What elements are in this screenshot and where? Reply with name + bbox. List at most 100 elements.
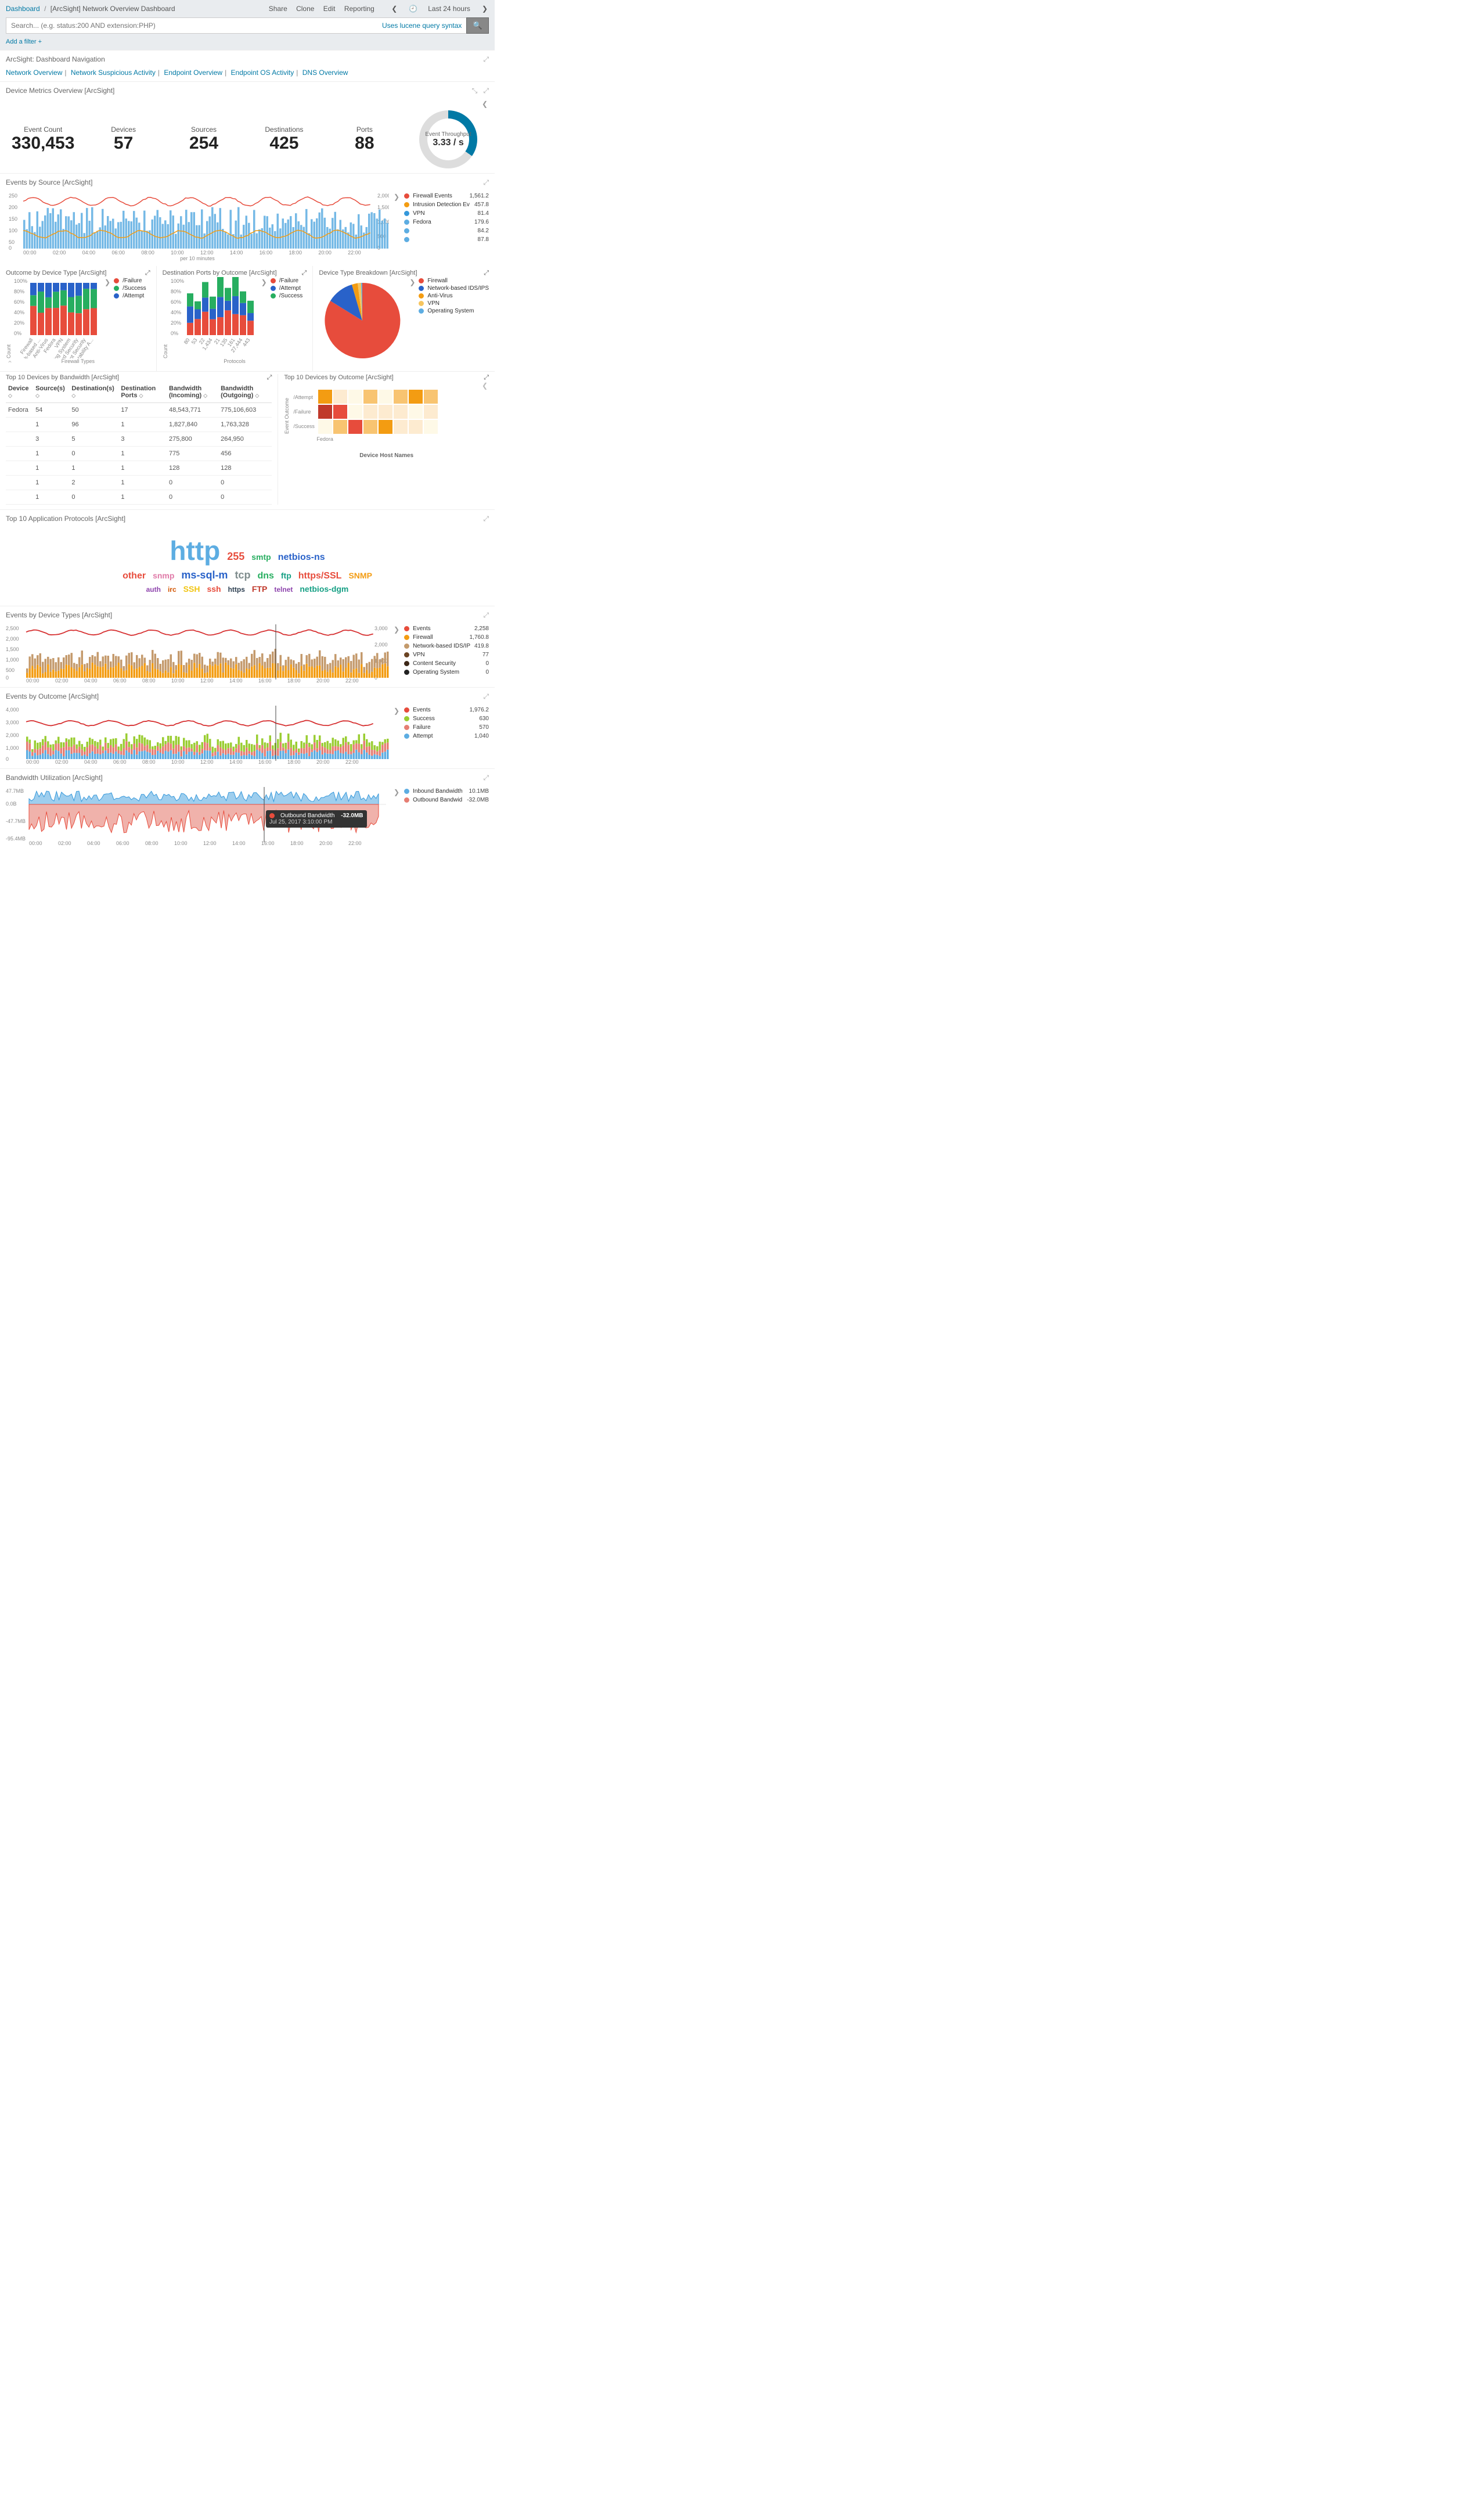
legend-item[interactable]: Anti-Virus bbox=[419, 292, 489, 300]
table-header[interactable]: Bandwidth (Outgoing) ◇ bbox=[218, 382, 272, 403]
legend-item[interactable]: Firewall Events1,561.2 bbox=[404, 192, 489, 200]
legend-item[interactable]: VPN81.4 bbox=[404, 209, 489, 218]
table-row[interactable]: 101775456 bbox=[6, 447, 272, 461]
clone-button[interactable]: Clone bbox=[296, 5, 314, 13]
legend-item[interactable]: Network-based IDS/IPS bbox=[419, 285, 489, 292]
scroll-up-icon[interactable]: ⌃ bbox=[6, 358, 14, 369]
legend-item[interactable]: /Success bbox=[114, 285, 146, 292]
heat-cell[interactable] bbox=[318, 390, 332, 404]
collapse-icon[interactable]: ⤡ bbox=[472, 87, 478, 95]
metrics-prev-icon[interactable]: ❮ bbox=[481, 99, 489, 109]
heatmap-prev-icon[interactable]: ❮ bbox=[481, 380, 489, 391]
reporting-button[interactable]: Reporting bbox=[344, 5, 374, 13]
legend-item[interactable]: VPN bbox=[419, 300, 489, 307]
legend-item[interactable]: Outbound Bandwid-32.0MB bbox=[404, 796, 489, 804]
heat-cell[interactable] bbox=[409, 405, 423, 419]
heat-cell[interactable] bbox=[363, 405, 377, 419]
legend-item[interactable]: Firewall1,760.8 bbox=[404, 633, 489, 642]
heat-cell[interactable] bbox=[333, 390, 347, 404]
wordcloud-word[interactable]: https bbox=[228, 585, 245, 594]
expand-icon[interactable]: ⤢ bbox=[483, 178, 489, 187]
nav-link[interactable]: Endpoint Overview bbox=[164, 69, 222, 77]
heat-cell[interactable] bbox=[409, 420, 423, 434]
heat-cell[interactable] bbox=[379, 420, 392, 434]
wordcloud-word[interactable]: dns bbox=[257, 570, 273, 581]
heat-cell[interactable] bbox=[318, 420, 332, 434]
nav-link[interactable]: Network Overview bbox=[6, 69, 62, 77]
legend-item[interactable]: 87.8 bbox=[404, 235, 489, 244]
heat-cell[interactable] bbox=[394, 420, 408, 434]
heat-cell[interactable] bbox=[394, 405, 408, 419]
wordcloud-word[interactable]: auth bbox=[146, 585, 161, 594]
time-next-icon[interactable]: ❯ bbox=[481, 3, 489, 14]
expand-icon[interactable]: ⤢ bbox=[484, 269, 489, 277]
heat-cell[interactable] bbox=[363, 390, 377, 404]
wordcloud-word[interactable]: smtp bbox=[251, 552, 271, 562]
heat-cell[interactable] bbox=[333, 420, 347, 434]
wordcloud-word[interactable]: netbios-dgm bbox=[300, 584, 348, 594]
table-header[interactable]: Destination(s) ◇ bbox=[69, 382, 118, 403]
expand-icon[interactable]: ⤢ bbox=[483, 515, 489, 523]
legend-toggle-icon[interactable]: ❯ bbox=[392, 706, 401, 716]
table-header[interactable]: Bandwidth (Incoming) ◇ bbox=[167, 382, 218, 403]
expand-icon[interactable]: ⤢ bbox=[267, 374, 272, 382]
wordcloud-word[interactable]: other bbox=[123, 570, 146, 581]
wordcloud-word[interactable]: SSH bbox=[183, 584, 200, 594]
expand-icon[interactable]: ⤢ bbox=[483, 692, 489, 701]
heat-cell[interactable] bbox=[394, 390, 408, 404]
heat-cell[interactable] bbox=[363, 420, 377, 434]
wordcloud-word[interactable]: tcp bbox=[235, 569, 250, 582]
wordcloud-word[interactable]: irc bbox=[168, 585, 177, 594]
heat-cell[interactable] bbox=[318, 405, 332, 419]
legend-item[interactable]: /Failure bbox=[114, 277, 146, 285]
nav-link[interactable]: Endpoint OS Activity bbox=[231, 69, 294, 77]
legend-item[interactable]: Operating System0 bbox=[404, 668, 489, 677]
expand-icon[interactable]: ⤢ bbox=[145, 269, 150, 277]
expand-icon[interactable]: ⤢ bbox=[483, 87, 489, 95]
wordcloud-word[interactable]: ms-sql-m bbox=[181, 569, 228, 582]
wordcloud-word[interactable]: telnet bbox=[274, 585, 293, 594]
time-prev-icon[interactable]: ❮ bbox=[390, 3, 398, 14]
nav-link[interactable]: DNS Overview bbox=[302, 69, 348, 77]
wordcloud-word[interactable]: ftp bbox=[281, 571, 291, 581]
legend-item[interactable]: Intrusion Detection Ev457.8 bbox=[404, 200, 489, 209]
legend-item[interactable]: /Attempt bbox=[271, 285, 303, 292]
lucene-hint[interactable]: Uses lucene query syntax bbox=[377, 17, 466, 34]
table-header[interactable]: Device ◇ bbox=[6, 382, 33, 403]
legend-item[interactable]: Firewall bbox=[419, 277, 489, 285]
table-row[interactable]: 10100 bbox=[6, 490, 272, 505]
share-button[interactable]: Share bbox=[269, 5, 287, 13]
wordcloud-word[interactable]: http bbox=[170, 535, 220, 567]
legend-item[interactable]: /Failure bbox=[271, 277, 303, 285]
heat-cell[interactable] bbox=[348, 405, 362, 419]
table-header[interactable]: Source(s) ◇ bbox=[33, 382, 69, 403]
expand-icon[interactable]: ⤢ bbox=[483, 55, 489, 64]
legend-item[interactable]: Events2,258 bbox=[404, 624, 489, 633]
wordcloud-word[interactable]: 255 bbox=[227, 551, 244, 563]
legend-item[interactable]: 84.2 bbox=[404, 227, 489, 235]
search-submit-button[interactable]: 🔍 bbox=[466, 17, 489, 34]
wordcloud-word[interactable]: snmp bbox=[153, 571, 174, 581]
legend-item[interactable]: /Success bbox=[271, 292, 303, 300]
legend-item[interactable]: Attempt1,040 bbox=[404, 732, 489, 741]
legend-toggle-icon[interactable]: ❯ bbox=[408, 277, 416, 364]
breadcrumb-root[interactable]: Dashboard bbox=[6, 5, 40, 13]
heat-cell[interactable] bbox=[424, 405, 438, 419]
heat-cell[interactable] bbox=[333, 405, 347, 419]
heat-cell[interactable] bbox=[348, 420, 362, 434]
heat-cell[interactable] bbox=[409, 390, 423, 404]
heat-cell[interactable] bbox=[379, 405, 392, 419]
legend-item[interactable]: /Attempt bbox=[114, 292, 146, 300]
legend-toggle-icon[interactable]: ❯ bbox=[392, 787, 401, 797]
legend-toggle-icon[interactable]: ❯ bbox=[392, 624, 401, 635]
legend-toggle-icon[interactable]: ❯ bbox=[103, 277, 111, 358]
table-row[interactable]: 111128128 bbox=[6, 461, 272, 476]
wordcloud-word[interactable]: SNMP bbox=[348, 571, 372, 581]
heat-cell[interactable] bbox=[424, 420, 438, 434]
legend-item[interactable]: VPN77 bbox=[404, 650, 489, 659]
table-header[interactable]: Destination Ports ◇ bbox=[118, 382, 167, 403]
table-row[interactable]: 19611,827,8401,763,328 bbox=[6, 418, 272, 432]
search-input[interactable] bbox=[6, 17, 377, 34]
wordcloud-word[interactable]: netbios-ns bbox=[278, 552, 325, 563]
table-row[interactable]: 12100 bbox=[6, 476, 272, 490]
